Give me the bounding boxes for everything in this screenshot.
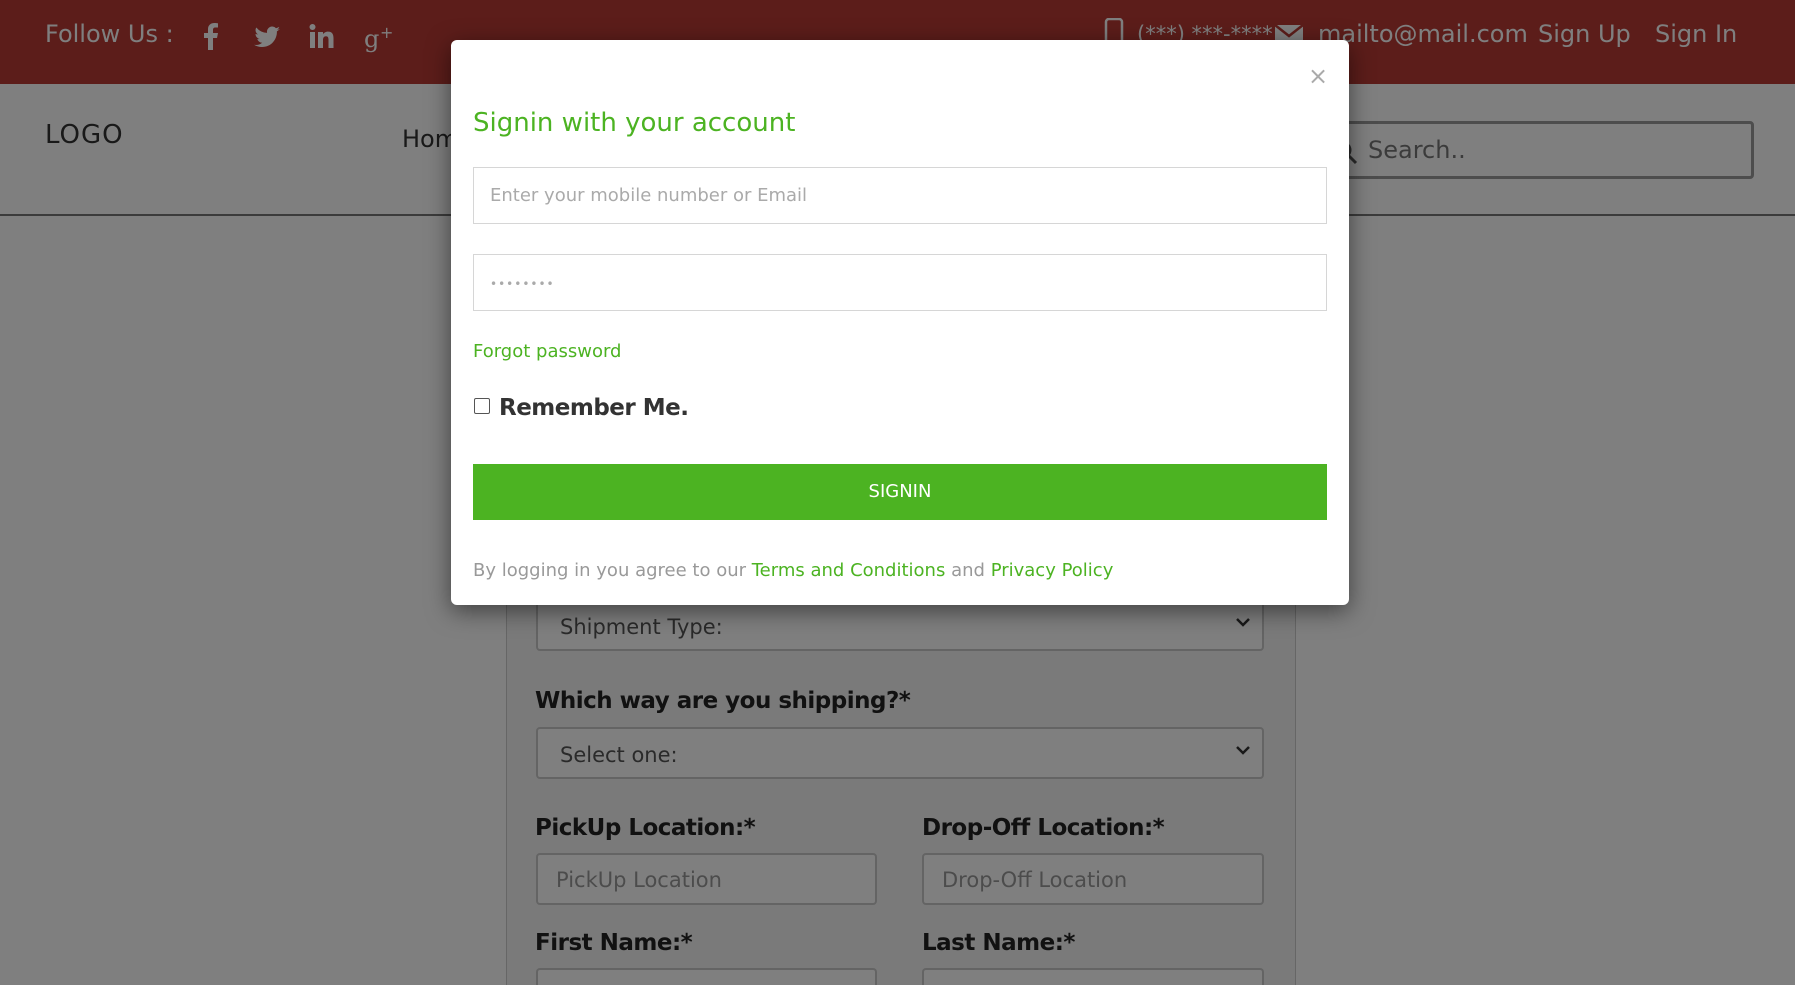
agree-text: By logging in you agree to our Terms and… xyxy=(473,560,1113,581)
agree-prefix: By logging in you agree to our xyxy=(473,560,747,581)
privacy-link[interactable]: Privacy Policy xyxy=(991,560,1114,581)
password-input[interactable]: •••••••• xyxy=(473,254,1327,311)
signin-button[interactable]: SIGNIN xyxy=(473,464,1327,520)
modal-title: Signin with your account xyxy=(473,108,796,138)
password-placeholder: •••••••• xyxy=(490,277,555,291)
close-icon[interactable]: × xyxy=(1308,62,1328,90)
remember-me-checkbox[interactable] xyxy=(474,398,490,414)
username-input[interactable]: Enter your mobile number or Email xyxy=(473,167,1327,224)
forgot-password-link[interactable]: Forgot password xyxy=(473,341,621,362)
remember-me-label[interactable]: Remember Me. xyxy=(499,395,689,421)
terms-link[interactable]: Terms and Conditions xyxy=(752,560,946,581)
username-placeholder: Enter your mobile number or Email xyxy=(490,185,808,206)
agree-and: and xyxy=(951,560,985,581)
